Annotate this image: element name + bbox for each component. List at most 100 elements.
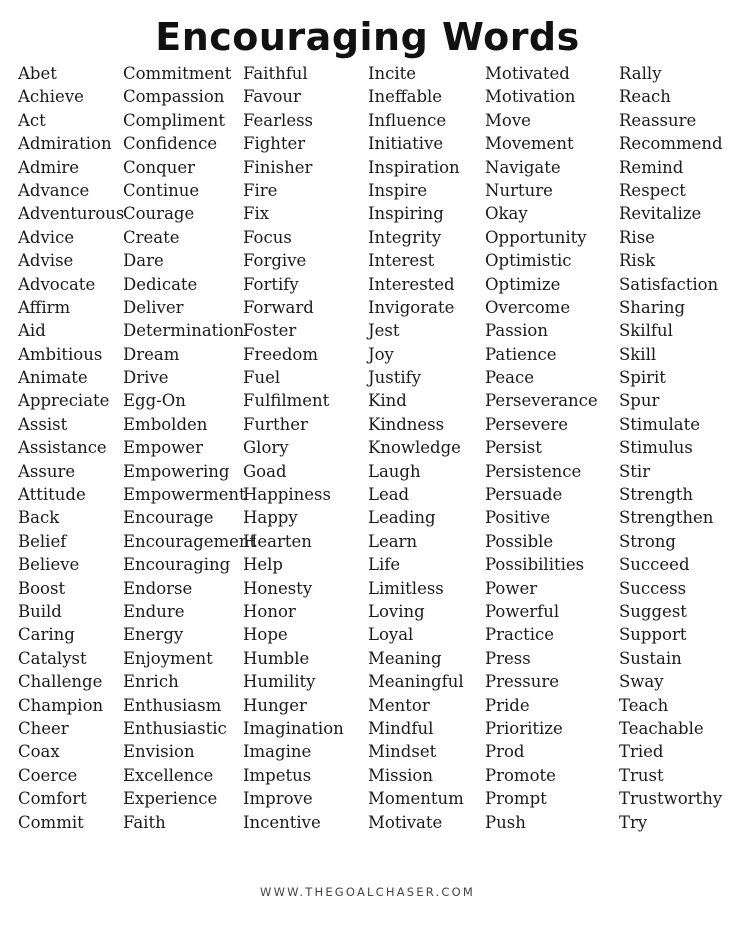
word-item: Belief	[18, 531, 67, 551]
word-item: Mindful	[368, 718, 434, 738]
word-item: Prompt	[485, 789, 547, 809]
word-item: Enjoyment	[123, 648, 213, 668]
word-item: Support	[619, 625, 687, 645]
word-item: Okay	[485, 204, 528, 224]
word-item: Imagine	[243, 742, 312, 762]
word-item: Abet	[18, 64, 57, 83]
word-item: Interest	[368, 251, 435, 271]
word-item: Embolden	[123, 414, 208, 434]
word-item: Trust	[619, 765, 664, 785]
word-item: Aid	[18, 321, 46, 341]
word-item: Mindset	[368, 742, 437, 762]
word-item: Energy	[123, 625, 184, 645]
word-item: Compassion	[123, 87, 225, 107]
word-item: Fire	[243, 180, 278, 200]
word-item: Limitless	[368, 578, 444, 598]
word-item: Cheer	[18, 718, 69, 738]
word-item: Overcome	[485, 297, 571, 317]
word-item: Hope	[243, 625, 288, 645]
word-item: Persist	[485, 438, 542, 458]
word-item: Movement	[485, 134, 574, 154]
word-item: Excellence	[123, 765, 214, 785]
word-item: Egg-On	[123, 391, 186, 411]
word-item: Persevere	[485, 414, 568, 434]
word-item: Skill	[619, 344, 657, 364]
word-item: Strengthen	[619, 508, 714, 528]
word-item: Persuade	[485, 485, 563, 505]
word-item: Loyal	[368, 625, 414, 645]
word-item: Try	[619, 812, 648, 832]
word-item: Coax	[18, 742, 60, 762]
word-item: Powerful	[485, 601, 560, 621]
word-item: Commitment	[123, 64, 232, 83]
word-item: Stimulate	[619, 414, 700, 434]
word-item: Enrich	[123, 672, 179, 692]
word-item: Encourage	[123, 508, 214, 528]
word-item: Freedom	[243, 344, 319, 364]
word-item: Integrity	[368, 227, 442, 247]
word-item: Mission	[368, 765, 433, 785]
word-item: Optimize	[485, 274, 561, 294]
word-item: Leading	[368, 508, 436, 528]
word-item: Remind	[619, 157, 684, 177]
website-footer: WWW.THEGOALCHASER.COM	[260, 885, 475, 899]
word-column-2: Commitment Compassion Compliment Confidence…	[123, 62, 256, 834]
word-item: Hearten	[243, 531, 312, 551]
word-item: Compliment	[123, 110, 225, 130]
word-item: Pressure	[485, 672, 559, 692]
word-item: Patience	[485, 344, 557, 364]
word-item: Motivated	[485, 64, 570, 83]
word-item: Enthusiastic	[123, 718, 227, 738]
word-item: Ambitious	[18, 344, 103, 364]
word-item: Coerce	[18, 765, 78, 785]
word-item: Further	[243, 414, 308, 434]
word-item: Sharing	[619, 297, 686, 317]
word-item: Invigorate	[368, 297, 455, 317]
word-item: Attitude	[18, 485, 86, 505]
word-item: Assist	[18, 414, 68, 434]
word-item: Caring	[18, 625, 75, 645]
word-item: Endorse	[123, 578, 193, 598]
word-item: Advance	[18, 180, 90, 200]
word-item: Imagination	[243, 718, 344, 738]
word-item: Influence	[368, 110, 447, 130]
word-item: Success	[619, 578, 687, 598]
word-item: Adventurous	[18, 204, 125, 224]
word-item: Mentor	[368, 695, 430, 715]
word-item: Assure	[18, 461, 76, 481]
word-item: Humility	[243, 672, 316, 692]
word-item: Meaning	[368, 648, 442, 668]
word-item: Create	[123, 227, 180, 247]
word-column-6: Rally Reach Reassure Recommend Remind Respect…	[619, 62, 723, 834]
word-item: Stimulus	[619, 438, 693, 458]
word-item: Forward	[243, 297, 314, 317]
word-item: Teachable	[619, 718, 704, 738]
word-item: Revitalize	[619, 204, 702, 224]
word-item: Catalyst	[18, 648, 87, 668]
word-item: Promote	[485, 765, 556, 785]
word-item: Motivate	[368, 812, 443, 832]
word-item: Perseverance	[485, 391, 598, 411]
word-item: Humble	[243, 648, 310, 668]
word-item: Respect	[619, 180, 686, 200]
word-item: Spur	[619, 391, 660, 411]
word-item: Reach	[619, 87, 671, 107]
word-item: Prod	[485, 742, 525, 762]
word-item: Confidence	[123, 134, 218, 154]
word-item: Empowerment	[123, 485, 246, 505]
word-item: Reassure	[619, 110, 697, 130]
word-item: Inspire	[368, 180, 428, 200]
word-item: Prioritize	[485, 718, 563, 738]
word-item: Advocate	[18, 274, 96, 294]
word-item: Sustain	[619, 648, 682, 668]
word-item: Skilful	[619, 321, 673, 341]
word-item: Help	[243, 555, 283, 575]
word-item: Comfort	[18, 789, 87, 809]
word-item: Pride	[485, 695, 530, 715]
word-item: Continue	[123, 180, 200, 200]
word-item: Suggest	[619, 601, 687, 621]
word-item: Power	[485, 578, 538, 598]
word-item: Favour	[243, 87, 301, 107]
word-item: Empower	[123, 438, 203, 458]
word-item: Learn	[368, 531, 418, 551]
